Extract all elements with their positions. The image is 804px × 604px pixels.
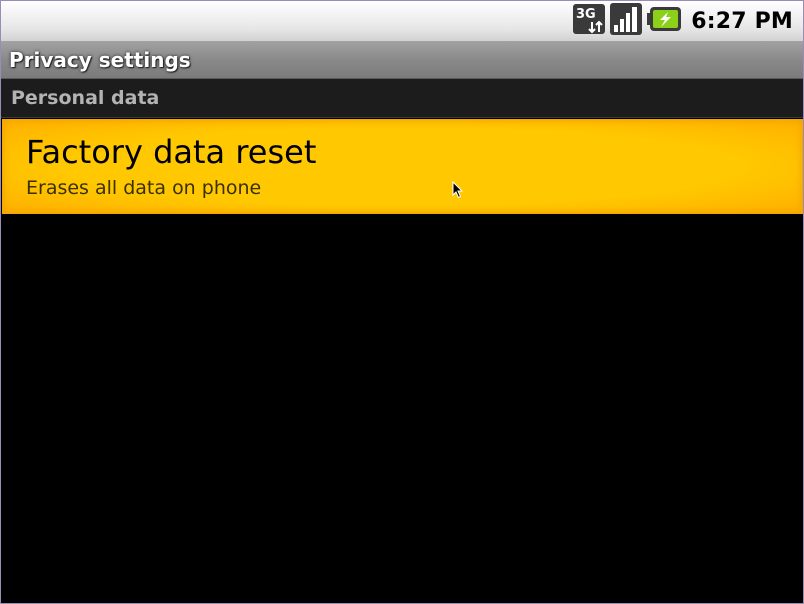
battery-charging-icon bbox=[647, 7, 682, 35]
preference-title: Factory data reset bbox=[26, 133, 317, 171]
3g-data-icon: 3G bbox=[573, 4, 606, 38]
svg-text:3G: 3G bbox=[576, 7, 596, 22]
title-bar: Privacy settings bbox=[1, 41, 803, 79]
status-clock: 6:27 PM bbox=[691, 8, 793, 34]
mouse-pointer-icon bbox=[452, 180, 464, 203]
category-label: Personal data bbox=[11, 87, 160, 109]
page-title: Privacy settings bbox=[9, 48, 191, 72]
preference-summary: Erases all data on phone bbox=[26, 177, 262, 199]
signal-strength-icon bbox=[610, 3, 643, 39]
category-header: Personal data bbox=[1, 79, 803, 118]
status-bar: 3G 6:27 PM bbox=[1, 1, 803, 41]
factory-data-reset-item[interactable]: Factory data reset Erases all data on ph… bbox=[2, 119, 803, 214]
device-screen: 3G 6:27 PM Privacy settings Personal dat… bbox=[0, 0, 804, 604]
